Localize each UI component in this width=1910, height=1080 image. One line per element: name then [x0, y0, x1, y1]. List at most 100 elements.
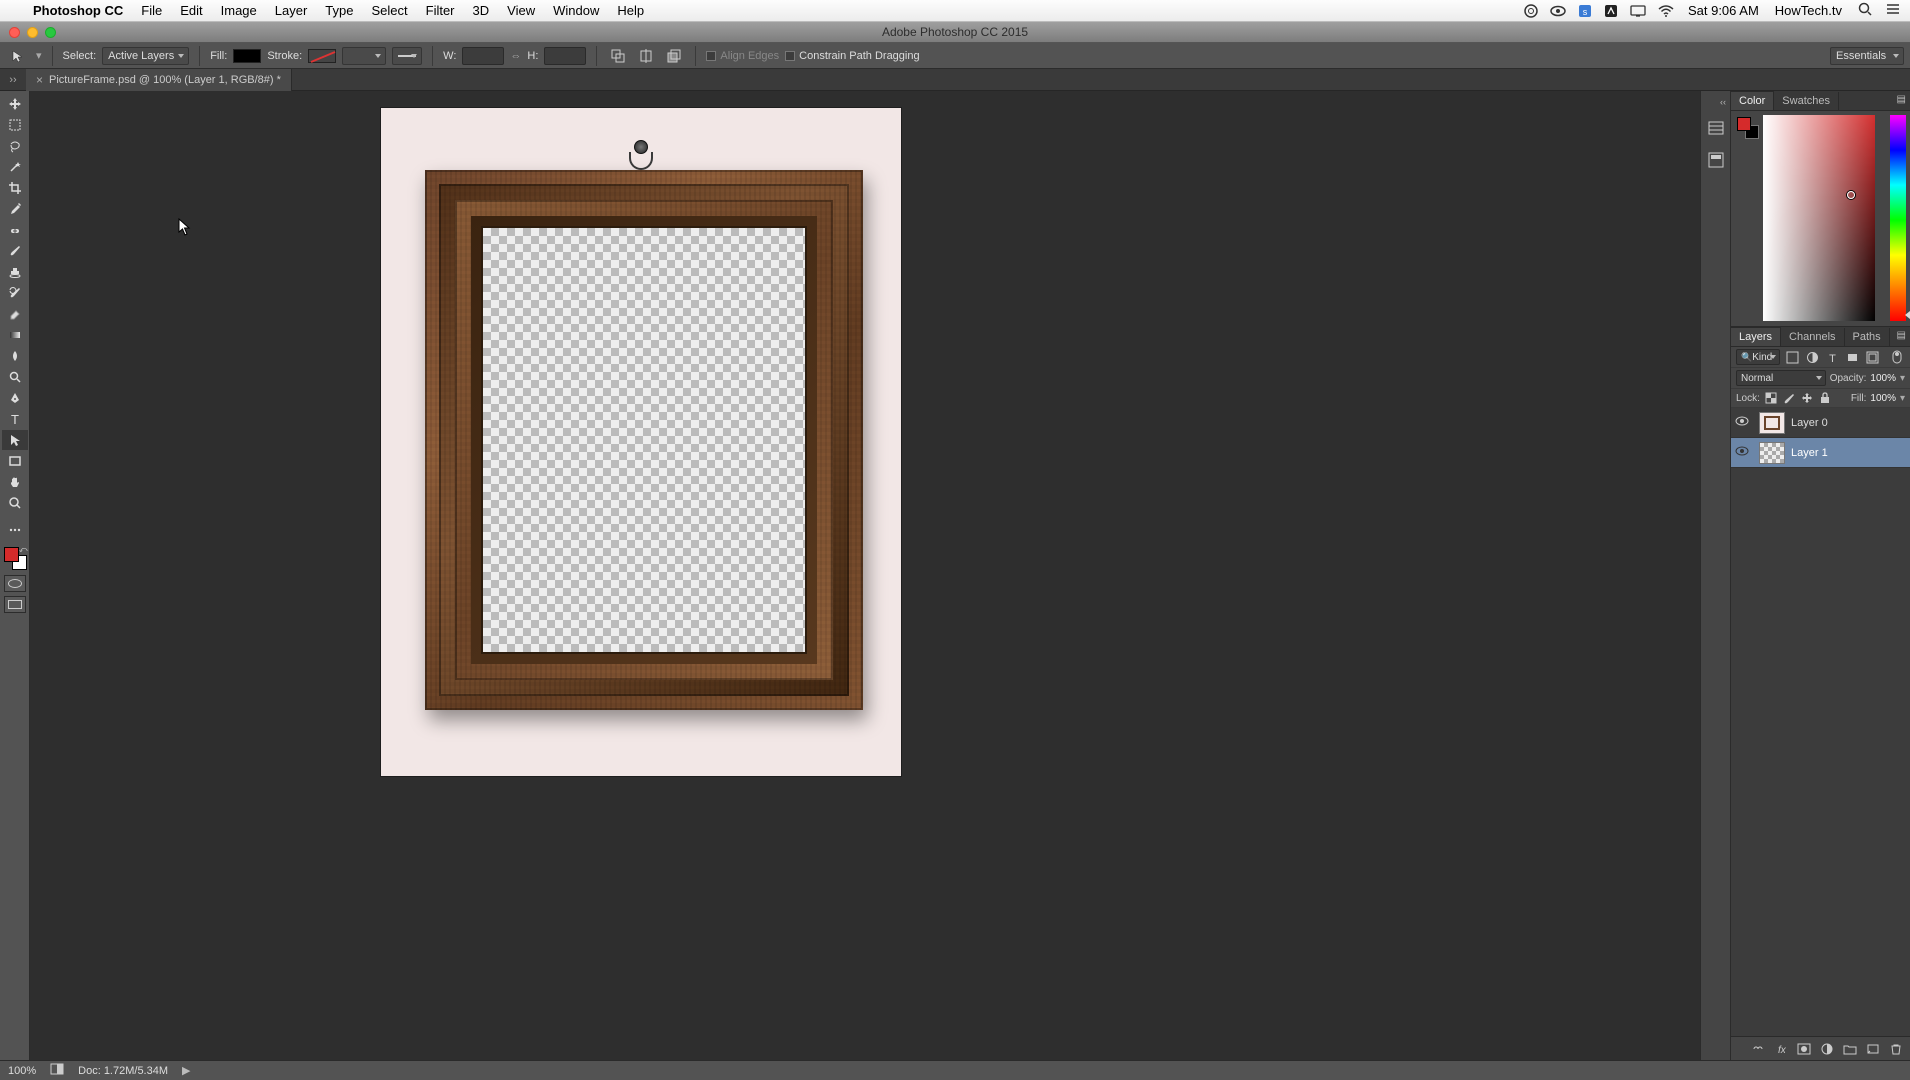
status-cc-icon[interactable]: [1518, 4, 1544, 18]
color-panel-menu-icon[interactable]: ▤: [1897, 94, 1906, 105]
select-dropdown[interactable]: Active Layers: [102, 47, 189, 65]
dodge-tool-icon[interactable]: [2, 367, 28, 387]
menu-clock[interactable]: Sat 9:06 AM: [1680, 3, 1767, 18]
doc-size[interactable]: Doc: 1.72M/5.34M: [78, 1065, 168, 1077]
app-name-menu[interactable]: Photoshop CC: [24, 3, 132, 18]
hue-slider[interactable]: [1890, 115, 1906, 321]
document-tab[interactable]: × PictureFrame.psd @ 100% (Layer 1, RGB/…: [26, 69, 292, 91]
link-layers-icon[interactable]: [1750, 1041, 1766, 1057]
healing-brush-tool-icon[interactable]: [2, 220, 28, 240]
layers-panel-menu-icon[interactable]: ▤: [1897, 330, 1906, 341]
blur-tool-icon[interactable]: [2, 346, 28, 366]
blend-mode-dropdown[interactable]: Normal: [1736, 370, 1826, 386]
document-canvas[interactable]: [381, 108, 901, 776]
current-tool-icon[interactable]: [6, 46, 30, 66]
history-panel-icon[interactable]: [1705, 117, 1727, 139]
window-minimize-button[interactable]: [27, 27, 38, 38]
menu-filter[interactable]: Filter: [417, 3, 464, 18]
height-field[interactable]: [544, 47, 586, 65]
color-panel-fgbg[interactable]: [1737, 117, 1759, 139]
workspace-switcher[interactable]: Essentials: [1830, 47, 1904, 65]
lock-image-icon[interactable]: [1782, 391, 1796, 405]
window-close-button[interactable]: [9, 27, 20, 38]
fill-swatch[interactable]: [233, 49, 261, 63]
layer-thumbnail[interactable]: [1759, 412, 1785, 434]
status-app1-icon[interactable]: s: [1572, 4, 1598, 18]
eraser-tool-icon[interactable]: [2, 304, 28, 324]
swap-colors-icon[interactable]: ⤺: [19, 545, 28, 555]
filter-toggle-icon[interactable]: [1889, 350, 1905, 364]
filter-smart-icon[interactable]: [1864, 350, 1880, 364]
layer-fill-value[interactable]: 100%: [1870, 393, 1896, 404]
constrain-path-checkbox[interactable]: Constrain Path Dragging: [785, 50, 919, 62]
width-field[interactable]: [462, 47, 504, 65]
menu-select[interactable]: Select: [362, 3, 416, 18]
canvas-area[interactable]: [30, 91, 1700, 1060]
menu-help[interactable]: Help: [608, 3, 653, 18]
gradient-tool-icon[interactable]: [2, 325, 28, 345]
lasso-tool-icon[interactable]: [2, 136, 28, 156]
group-icon[interactable]: [1842, 1041, 1858, 1057]
stroke-style-dropdown[interactable]: [392, 47, 422, 65]
filter-pixel-icon[interactable]: [1784, 350, 1800, 364]
type-tool-icon[interactable]: T: [2, 409, 28, 429]
magic-wand-tool-icon[interactable]: [2, 157, 28, 177]
status-display-icon[interactable]: [1624, 5, 1652, 17]
screen-mode-icon[interactable]: [4, 596, 26, 613]
hand-tool-icon[interactable]: [2, 472, 28, 492]
filter-type-icon[interactable]: T: [1824, 350, 1840, 364]
menu-3d[interactable]: 3D: [464, 3, 499, 18]
align-edges-checkbox[interactable]: Align Edges: [706, 50, 779, 62]
layer-name[interactable]: Layer 0: [1791, 417, 1828, 429]
filter-adjust-icon[interactable]: [1804, 350, 1820, 364]
brush-tool-icon[interactable]: [2, 241, 28, 261]
properties-panel-icon[interactable]: [1705, 149, 1727, 171]
opacity-value[interactable]: 100%: [1870, 373, 1896, 384]
tab-bar-collapse-icon[interactable]: ››: [0, 74, 26, 86]
menu-site[interactable]: HowTech.tv: [1767, 3, 1850, 18]
spotlight-icon[interactable]: [1850, 2, 1880, 19]
menu-file[interactable]: File: [132, 3, 171, 18]
notification-center-icon[interactable]: [1880, 3, 1910, 18]
layer-thumbnail[interactable]: [1759, 442, 1785, 464]
filter-shape-icon[interactable]: [1844, 350, 1860, 364]
status-preview-icon[interactable]: [50, 1063, 64, 1078]
layer-mask-icon[interactable]: [1796, 1041, 1812, 1057]
layer-style-icon[interactable]: fx: [1773, 1041, 1789, 1057]
menu-edit[interactable]: Edit: [171, 3, 211, 18]
layers-tab[interactable]: Layers: [1731, 327, 1781, 346]
menu-view[interactable]: View: [498, 3, 544, 18]
path-arrange-icon[interactable]: [663, 46, 685, 66]
status-eye-icon[interactable]: [1544, 5, 1572, 17]
path-align-icon[interactable]: [635, 46, 657, 66]
layer-name[interactable]: Layer 1: [1791, 447, 1828, 459]
adjustment-layer-icon[interactable]: [1819, 1041, 1835, 1057]
marquee-tool-icon[interactable]: [2, 115, 28, 135]
eyedropper-tool-icon[interactable]: [2, 199, 28, 219]
layer-visibility-icon[interactable]: [1731, 446, 1753, 459]
foreground-color-swatch[interactable]: [4, 547, 19, 562]
status-app2-icon[interactable]: [1598, 4, 1624, 18]
stroke-swatch[interactable]: [308, 49, 336, 63]
path-ops-combine-icon[interactable]: [607, 46, 629, 66]
color-fg-bg[interactable]: ⤺: [2, 545, 28, 571]
new-layer-icon[interactable]: [1865, 1041, 1881, 1057]
tab-close-icon[interactable]: ×: [36, 73, 43, 87]
stroke-width-dropdown[interactable]: [342, 47, 386, 65]
history-brush-tool-icon[interactable]: [2, 283, 28, 303]
status-more-icon[interactable]: ▶: [182, 1064, 190, 1077]
layer-row[interactable]: Layer 1: [1731, 438, 1910, 468]
link-wh-icon[interactable]: ⇔: [510, 50, 521, 62]
pen-tool-icon[interactable]: [2, 388, 28, 408]
color-field[interactable]: [1763, 115, 1875, 321]
path-selection-tool-icon[interactable]: [2, 430, 28, 450]
layer-row[interactable]: Layer 0: [1731, 408, 1910, 438]
zoom-level[interactable]: 100%: [8, 1065, 36, 1077]
channels-tab[interactable]: Channels: [1781, 328, 1844, 346]
dock-expand-icon[interactable]: ‹‹: [1701, 97, 1730, 107]
status-wifi-icon[interactable]: [1652, 5, 1680, 17]
lock-all-icon[interactable]: [1818, 391, 1832, 405]
menu-window[interactable]: Window: [544, 3, 608, 18]
window-zoom-button[interactable]: [45, 27, 56, 38]
lock-transparent-icon[interactable]: [1764, 391, 1778, 405]
